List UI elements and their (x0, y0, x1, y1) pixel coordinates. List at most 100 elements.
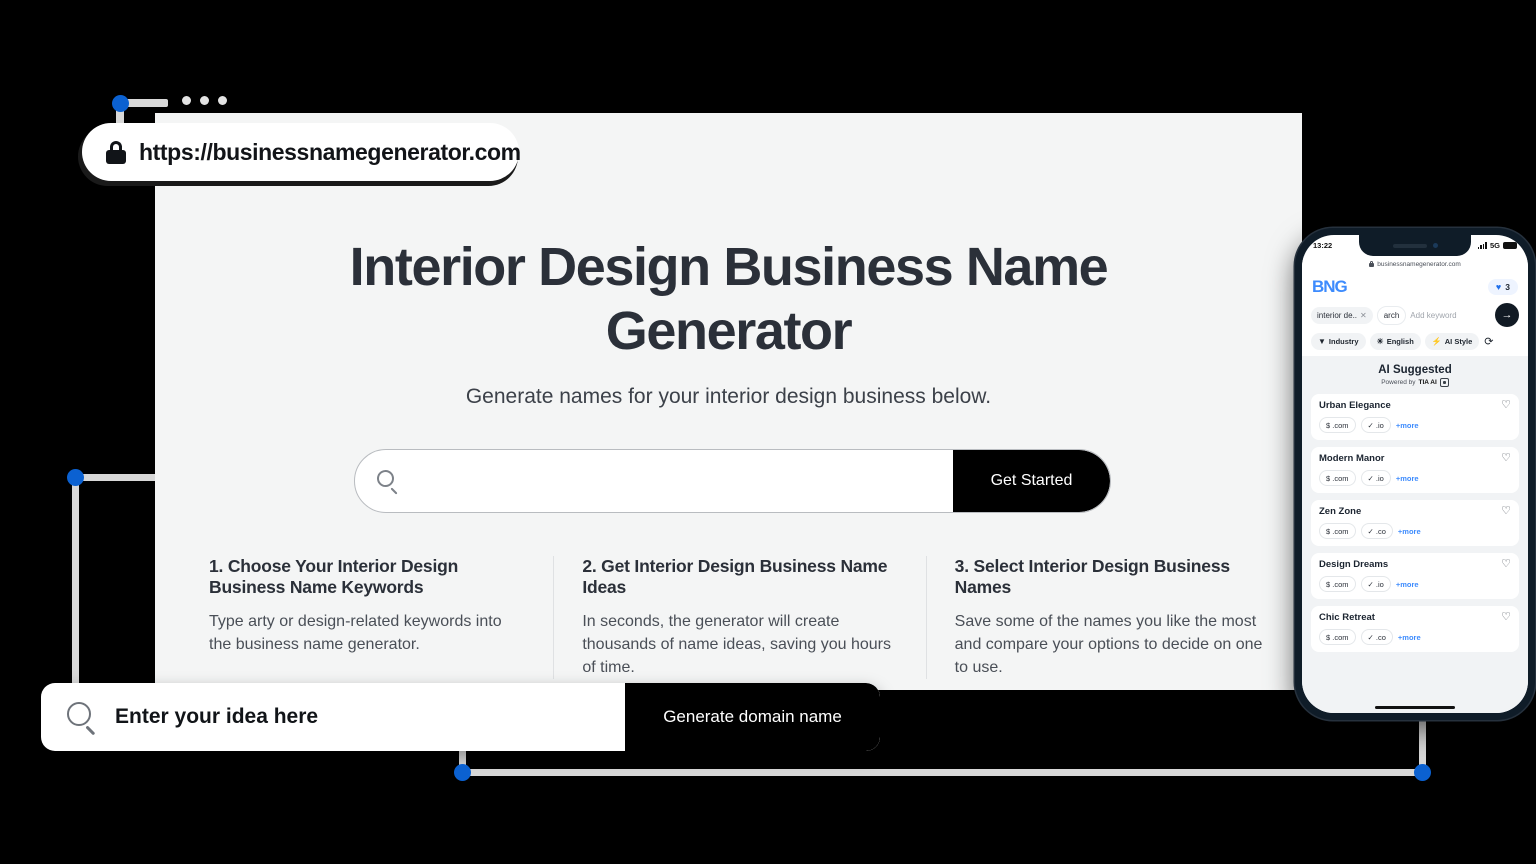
domain-chip[interactable]: $ .com (1319, 523, 1356, 539)
generate-domain-name-button[interactable]: Generate domain name (625, 683, 880, 751)
result-name: Chic Retreat (1319, 612, 1375, 623)
domain-chip[interactable]: ✓ .io (1360, 417, 1391, 433)
bolt-icon: ⚡ (1431, 337, 1442, 346)
app-header: BNG ♥ 3 (1302, 272, 1528, 299)
feature-heading: 3. Select Interior Design Business Names (954, 556, 1230, 597)
more-link[interactable]: +more (1396, 580, 1419, 589)
feature-heading: 2. Get Interior Design Business Name Ide… (582, 556, 888, 597)
list-item[interactable]: Chic Retreat ♡ $ .com ✓ .co +more (1311, 606, 1519, 652)
url-bar[interactable]: https://businessnamegenerator.com (82, 123, 521, 181)
refresh-icon[interactable]: ⟳ (1484, 335, 1493, 348)
result-name: Urban Elegance (1319, 400, 1391, 411)
heart-outline-icon[interactable]: ♡ (1501, 400, 1511, 411)
results-pane: AI Suggested Powered by TIA AI Urban Ele… (1302, 356, 1528, 713)
filter-language[interactable]: ☀ English (1369, 333, 1421, 350)
idea-input[interactable] (115, 705, 618, 729)
close-icon[interactable]: ✕ (1360, 311, 1367, 320)
list-item[interactable]: Design Dreams ♡ $ .com ✓ .io +more (1311, 553, 1519, 599)
anchor-dot-url (112, 95, 129, 112)
list-item[interactable]: Urban Elegance ♡ $ .com ✓ .io +more (1311, 394, 1519, 440)
speaker-icon (1392, 243, 1427, 248)
domain-chip[interactable]: $ .com (1319, 470, 1356, 486)
hero-search-field[interactable] (355, 450, 953, 512)
domain-chip[interactable]: $ .com (1319, 417, 1356, 433)
results-subtitle-brand: TIA AI (1418, 379, 1437, 386)
heart-outline-icon[interactable]: ♡ (1501, 453, 1511, 464)
filter-ai-style[interactable]: ⚡ AI Style (1424, 333, 1480, 350)
feature-body: In seconds, the generator will create th… (582, 613, 891, 676)
phone-url-text: businessnamegenerator.com (1377, 260, 1461, 268)
lock-icon (106, 140, 126, 164)
keyword-chip-1[interactable]: interior de.. ✕ (1311, 306, 1373, 324)
page-subtitle: Generate names for your interior design … (465, 385, 992, 408)
filter-row: ▼ Industry ☀ English ⚡ AI Style ⟳ (1302, 327, 1528, 356)
get-started-button[interactable]: Get Started (953, 450, 1110, 512)
phone-url-bar[interactable]: businessnamegenerator.com (1302, 256, 1528, 272)
list-item[interactable]: Zen Zone ♡ $ .com ✓ .co +more (1311, 500, 1519, 546)
feature-item-1: 1. Choose Your Interior Design Business … (181, 556, 553, 679)
heart-outline-icon[interactable]: ♡ (1501, 506, 1511, 517)
keyword-chip-row: interior de.. ✕ arch Add keyword → (1302, 299, 1528, 327)
lock-icon (1369, 261, 1375, 267)
domain-chip[interactable]: ✓ .io (1360, 470, 1391, 486)
anchor-dot-phone (1414, 764, 1431, 781)
search-icon (377, 470, 399, 495)
domain-chip[interactable]: $ .com (1319, 576, 1356, 592)
result-name: Modern Manor (1319, 453, 1385, 464)
window-dot-3 (218, 96, 227, 105)
page-title: Interior Design Business Name Generator (349, 237, 1109, 361)
camera-icon (1432, 243, 1438, 248)
domain-chip[interactable]: ✓ .io (1360, 576, 1391, 592)
anchor-dot-idea-bar (454, 764, 471, 781)
feature-body: Save some of the names you like the most… (954, 613, 1263, 676)
search-icon (67, 702, 97, 736)
battery-icon (1503, 242, 1517, 249)
filter-label: Industry (1328, 337, 1359, 346)
phone-frame: 13:22 5G businessnamegenerator.com BNG ♥ (1295, 228, 1535, 720)
favorites-badge[interactable]: ♥ 3 (1487, 279, 1518, 295)
idea-search-field[interactable] (41, 683, 625, 751)
feature-heading: 1. Choose Your Interior Design Business … (209, 556, 459, 597)
more-link[interactable]: +more (1398, 527, 1421, 536)
filter-label: AI Style (1444, 337, 1473, 346)
result-name: Zen Zone (1319, 506, 1362, 517)
connector-left-vertical (72, 474, 79, 709)
domain-chip[interactable]: $ .com (1319, 629, 1356, 645)
globe-icon: ☀ (1376, 337, 1384, 346)
hero-search-bar: Get Started (354, 449, 1111, 513)
heart-outline-icon[interactable]: ♡ (1501, 559, 1511, 570)
arrow-right-icon[interactable]: → (1495, 303, 1519, 327)
url-text: https://businessnamegenerator.com (139, 138, 521, 165)
feature-item-2: 2. Get Interior Design Business Name Ide… (553, 556, 925, 679)
list-item[interactable]: Modern Manor ♡ $ .com ✓ .io +more (1311, 447, 1519, 493)
phone-mockup: 13:22 5G businessnamegenerator.com BNG ♥ (1295, 228, 1535, 720)
search-input[interactable] (409, 470, 928, 492)
more-link[interactable]: +more (1396, 421, 1419, 430)
signal-bars-icon (1477, 242, 1487, 249)
results-title: AI Suggested (1378, 364, 1452, 376)
status-time: 13:22 (1313, 241, 1333, 250)
window-controls (182, 96, 227, 105)
screenshot-canvas: Interior Design Business Name Generator … (0, 0, 1536, 864)
keyword-chip-2[interactable]: arch (1376, 305, 1407, 325)
filter-industry[interactable]: ▼ Industry (1311, 333, 1366, 350)
domain-chip[interactable]: ✓ .co (1360, 629, 1393, 645)
more-link[interactable]: +more (1398, 633, 1421, 642)
keyword-chip-label: arch (1383, 310, 1400, 320)
result-name: Design Dreams (1319, 559, 1389, 570)
home-indicator (1375, 705, 1455, 709)
filter-icon: ▼ (1318, 337, 1326, 346)
browser-window: Interior Design Business Name Generator … (155, 113, 1302, 690)
window-dot-2 (200, 96, 209, 105)
feature-body: Type arty or design-related keywords int… (209, 613, 502, 653)
domain-chip[interactable]: ✓ .co (1360, 523, 1393, 539)
results-subtitle: Powered by TIA AI (1311, 378, 1519, 387)
more-link[interactable]: +more (1396, 474, 1419, 483)
idea-search-bar: Generate domain name (41, 683, 880, 751)
app-logo[interactable]: BNG (1312, 277, 1348, 297)
results-subtitle-prefix: Powered by (1381, 379, 1416, 386)
connector-bottom-horizontal (462, 769, 1424, 776)
heart-outline-icon[interactable]: ♡ (1501, 612, 1511, 623)
keyword-chip-label: interior de.. (1317, 310, 1358, 320)
keyword-input[interactable]: Add keyword (1410, 311, 1491, 320)
